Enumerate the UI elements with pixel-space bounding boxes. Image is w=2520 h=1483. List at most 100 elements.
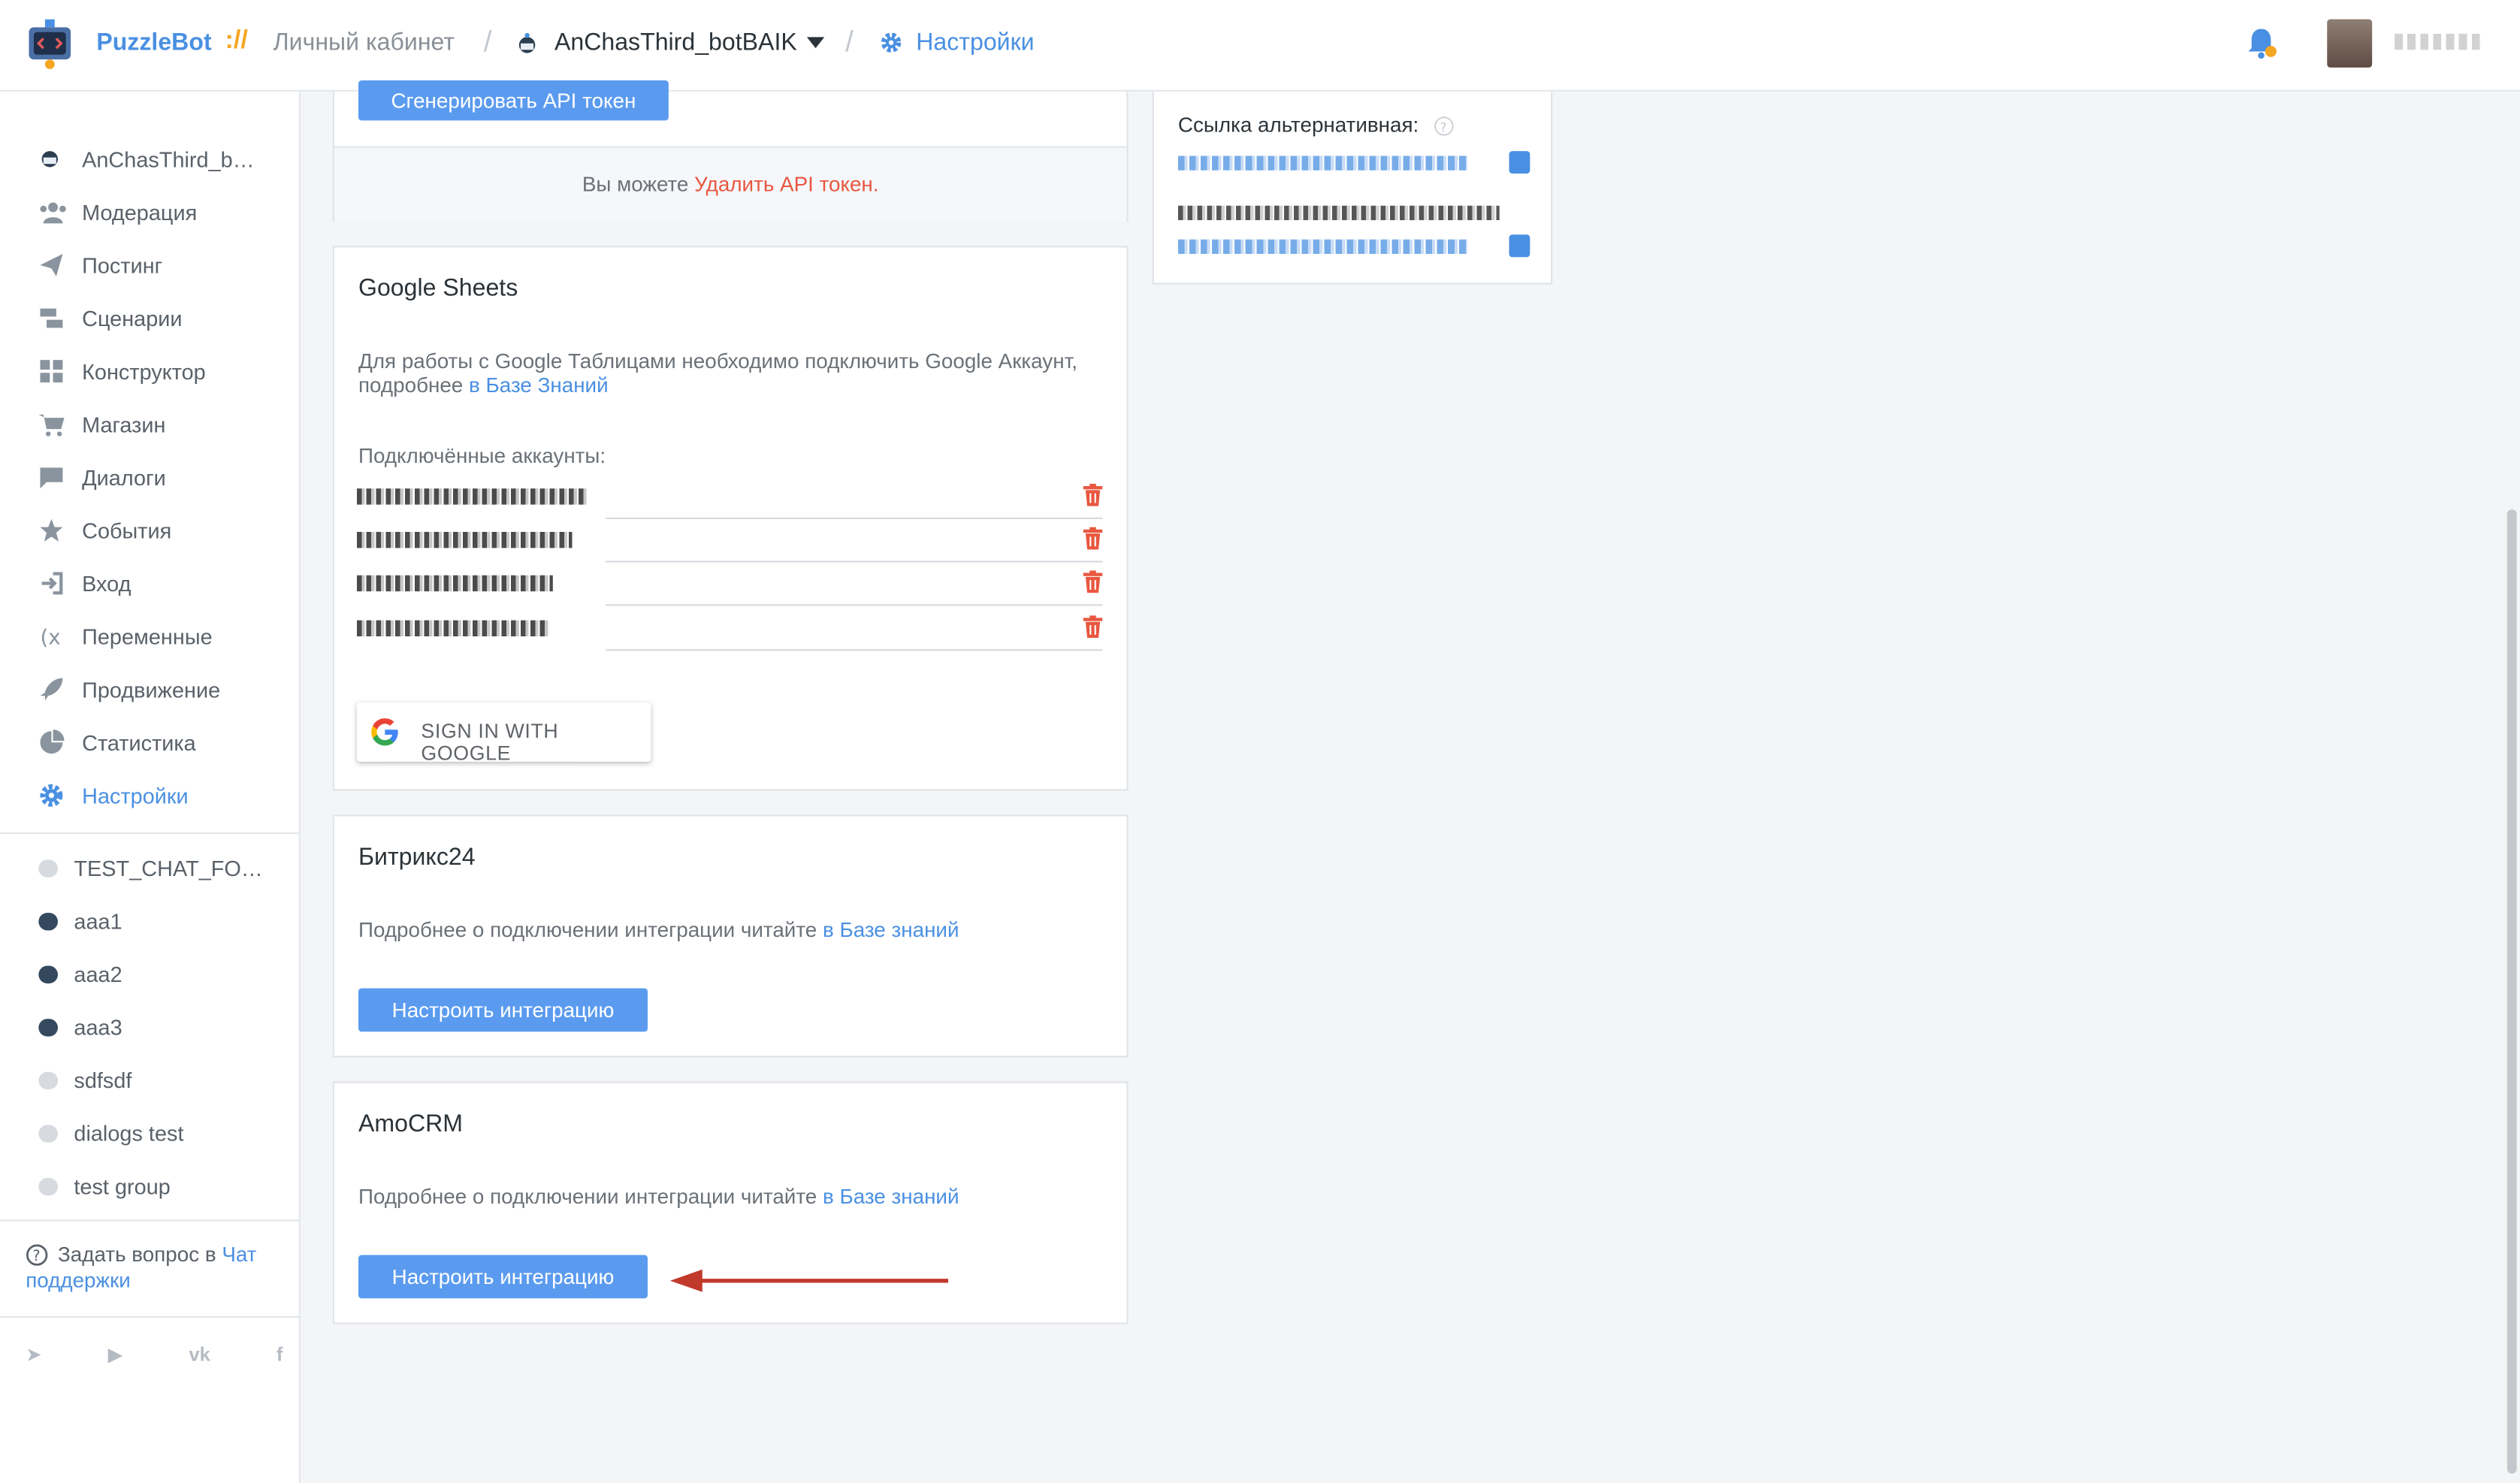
link-url-redacted[interactable] — [1177, 239, 1467, 254]
account-email-redacted — [356, 532, 573, 548]
chat-dark-icon — [38, 965, 59, 984]
description-text: Подробнее о подключении интеграции читай… — [358, 1184, 817, 1209]
generate-api-token-button[interactable]: Сгенерировать API токен — [358, 80, 669, 121]
sidebar-item-scenarios[interactable]: Сценарии — [38, 301, 183, 336]
sidebar-item-moderation[interactable]: Модерация — [38, 195, 197, 230]
cart-icon — [38, 411, 65, 438]
top-bar: PuzzleBot :// Личный кабинет / AnChasThi… — [0, 0, 2520, 92]
grid-icon — [38, 358, 65, 385]
configure-integration-button[interactable]: Настроить интеграцию — [358, 1255, 648, 1299]
sidebar-item-variables[interactable]: (x Переменные — [38, 619, 212, 654]
chat-light-icon — [38, 1071, 59, 1090]
sidebar-chat-item[interactable]: sdfsdf — [38, 1068, 131, 1093]
configure-integration-button[interactable]: Настроить интеграцию — [358, 988, 648, 1032]
breadcrumb-bot-name[interactable]: AnChasThird_botBAIK — [554, 29, 797, 56]
sidebar-item-settings[interactable]: Настройки — [38, 778, 189, 813]
sidebar-divider — [0, 832, 301, 835]
bot-links-card: Ссылка альтернативная: ? — [1152, 91, 1553, 285]
card-description: Для работы с Google Таблицами необходимо… — [358, 349, 1113, 397]
gear-icon — [881, 32, 902, 53]
rocket-icon — [38, 675, 65, 702]
sidebar-item-events[interactable]: События — [38, 512, 171, 548]
sidebar-divider — [0, 1219, 301, 1222]
breadcrumb-settings[interactable]: Настройки — [916, 29, 1034, 56]
sidebar-chat-item[interactable]: test group — [38, 1175, 171, 1199]
sidebar-item-posting[interactable]: Постинг — [38, 247, 162, 282]
trash-icon[interactable] — [1083, 570, 1103, 594]
chevron-down-icon[interactable] — [806, 37, 825, 50]
row-divider — [606, 604, 1103, 606]
brand-separator: :// — [225, 27, 248, 55]
paper-plane-icon — [38, 252, 65, 279]
breadcrumb-divider: / — [845, 26, 854, 59]
sidebar-item-label: Настройки — [82, 783, 189, 808]
scrollbar-track[interactable] — [2503, 91, 2520, 1483]
card-description: Подробнее о подключении интеграции читай… — [358, 1184, 959, 1208]
bitrix24-card: Битрикс24 Подробнее о подключении интегр… — [332, 814, 1129, 1058]
gear-icon — [38, 782, 65, 809]
bell-icon[interactable] — [2244, 26, 2279, 61]
help-icon[interactable]: ? — [1434, 116, 1455, 137]
chat-light-icon — [38, 1177, 59, 1196]
breadcrumb-cabinet[interactable]: Личный кабинет — [273, 29, 455, 56]
account-email-redacted — [356, 575, 553, 592]
sidebar-chat-item[interactable]: aaa1 — [38, 910, 122, 934]
vk-icon[interactable]: vk — [189, 1343, 210, 1366]
sidebar-item-label: Конструктор — [82, 359, 206, 384]
knowledge-base-link[interactable]: в Базе Знаний — [469, 373, 609, 397]
puzzlebot-logo-icon[interactable] — [26, 19, 74, 71]
chat-label: aaa3 — [74, 1015, 122, 1040]
sidebar-item-statistics[interactable]: Статистика — [38, 725, 196, 760]
delete-api-token-link[interactable]: Удалить API токен. — [694, 172, 878, 196]
chat-dark-icon — [38, 1019, 59, 1037]
sidebar-chat-item[interactable]: aaa3 — [38, 1016, 122, 1040]
username-redacted[interactable] — [2395, 33, 2485, 50]
description-text: Для работы с Google Таблицами необходимо… — [358, 349, 1077, 397]
chat-light-icon — [38, 1125, 59, 1143]
sidebar-chat-item[interactable]: aaa2 — [38, 962, 122, 986]
sidebar-item-promotion[interactable]: Продвижение — [38, 672, 220, 707]
card-description: Подробнее о подключении интеграции читай… — [358, 917, 959, 941]
sidebar-item-label: События — [82, 518, 172, 542]
variable-icon: (x — [38, 623, 65, 650]
copy-icon[interactable] — [1509, 234, 1530, 258]
avatar[interactable] — [2327, 19, 2373, 68]
sidebar-item-label: Статистика — [82, 730, 196, 755]
sign-in-with-google-button[interactable]: SIGN IN WITH GOOGLE — [356, 702, 651, 765]
knowledge-base-link[interactable]: в Базе знаний — [823, 917, 959, 941]
youtube-icon[interactable]: ▶ — [108, 1343, 123, 1366]
sidebar-item-dialogs[interactable]: Диалоги — [38, 460, 166, 495]
facebook-icon[interactable]: f — [276, 1343, 283, 1366]
telegram-icon[interactable]: ➤ — [26, 1343, 42, 1366]
sidebar-item-bot[interactable]: AnChasThird_b… — [38, 141, 255, 177]
sidebar-item-login[interactable]: Вход — [38, 566, 131, 601]
chat-label: TEST_CHAT_FO… — [74, 856, 263, 881]
sidebar-item-constructor[interactable]: Конструктор — [38, 354, 206, 389]
copy-icon[interactable] — [1509, 151, 1530, 174]
chat-label: dialogs test — [74, 1122, 184, 1146]
account-email-redacted — [356, 620, 550, 637]
trash-icon[interactable] — [1083, 615, 1103, 639]
description-text: Подробнее о подключении интеграции читай… — [358, 917, 817, 942]
knowledge-base-link[interactable]: в Базе знаний — [823, 1184, 959, 1208]
users-icon — [38, 198, 66, 225]
star-icon — [38, 517, 65, 544]
alt-link-redacted[interactable] — [1177, 156, 1467, 171]
google-logo-icon — [371, 718, 398, 746]
support-help: ? Задать вопрос в Чат поддержки — [26, 1242, 283, 1293]
sidebar-chat-item[interactable]: TEST_CHAT_FO… — [38, 856, 263, 881]
sidebar-item-label: Сценарии — [82, 306, 183, 331]
annotation-arrow-icon — [669, 1269, 949, 1292]
social-links: ➤ ▶ vk f — [26, 1343, 283, 1366]
sidebar-item-shop[interactable]: Магазин — [38, 406, 165, 442]
sign-in-icon — [38, 569, 65, 597]
brand-name[interactable]: PuzzleBot — [96, 29, 211, 56]
trash-icon[interactable] — [1083, 483, 1103, 506]
sidebar-chat-item[interactable]: dialogs test — [38, 1122, 183, 1146]
card-title: Битрикс24 — [358, 843, 476, 871]
bot-icon — [38, 146, 65, 173]
svg-text:?: ? — [32, 1247, 40, 1264]
trash-icon[interactable] — [1083, 527, 1103, 550]
scrollbar-thumb[interactable] — [2506, 509, 2517, 1474]
svg-text:?: ? — [1440, 120, 1447, 135]
